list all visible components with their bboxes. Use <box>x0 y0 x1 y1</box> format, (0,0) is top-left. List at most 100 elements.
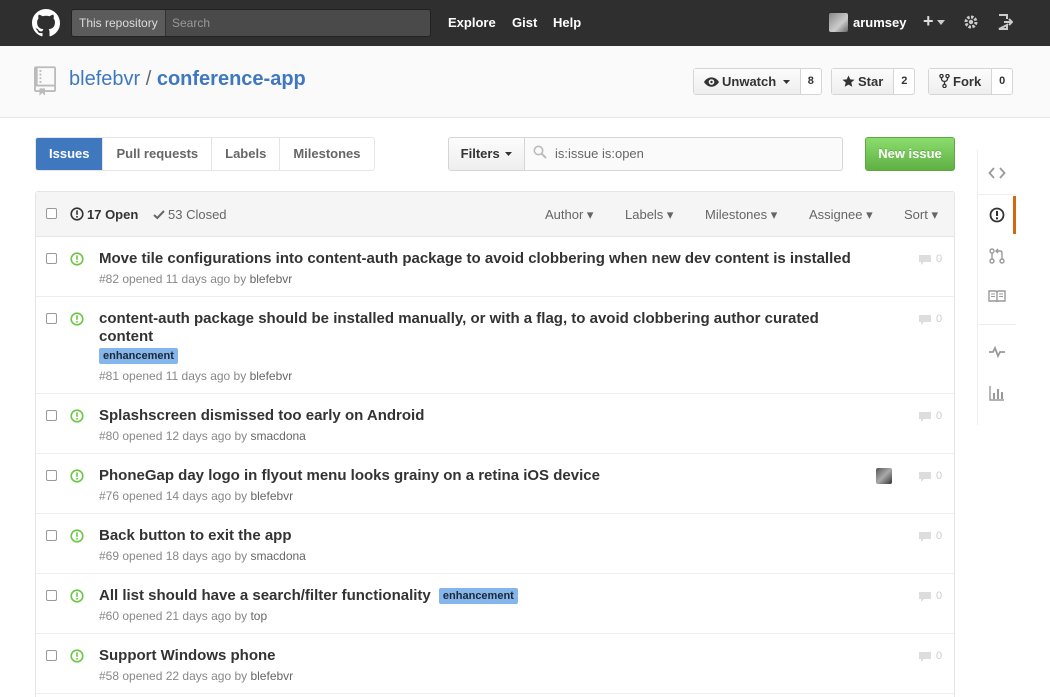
issue-title[interactable]: Splashscreen dismissed too early on Andr… <box>99 407 869 425</box>
user-name[interactable]: arumsey <box>853 15 906 30</box>
chevron-down-icon[interactable] <box>937 20 945 25</box>
top-header: This repository Search Explore Gist Help… <box>0 0 1050 46</box>
issue-title[interactable]: PhoneGap day logo in flyout menu looks g… <box>99 467 869 485</box>
issue-checkbox[interactable] <box>46 470 57 481</box>
sort-dropdown[interactable]: Sort ▾ <box>904 207 938 223</box>
tab-issues[interactable]: Issues <box>36 138 104 170</box>
search-input[interactable]: Search <box>172 10 422 36</box>
search-scope-label[interactable]: This repository <box>72 10 166 36</box>
label-enhancement[interactable]: enhancement <box>99 347 178 364</box>
comment-count: 0 <box>936 313 943 325</box>
repo-sidenav <box>977 150 1016 425</box>
repo-title: blefebvr / conference-app <box>69 68 306 91</box>
star-count[interactable]: 2 <box>894 69 914 94</box>
issue-checkbox[interactable] <box>46 650 57 661</box>
nav-help[interactable]: Help <box>553 15 581 30</box>
comment-count: 0 <box>936 410 943 422</box>
issue-author-link[interactable]: blefebvr <box>250 669 293 683</box>
star-button[interactable]: Star <box>832 69 895 94</box>
tab-milestones[interactable]: Milestones <box>280 138 373 170</box>
issue-author-link[interactable]: top <box>250 609 267 623</box>
new-issue-button[interactable]: New issue <box>865 137 955 171</box>
labels-filter-label: Labels <box>625 207 664 222</box>
issue-row[interactable]: PhoneGap day logo in flyout menu looks g… <box>36 454 954 514</box>
issue-checkbox[interactable] <box>46 590 57 601</box>
issues-icon[interactable] <box>988 206 1006 224</box>
select-all-checkbox[interactable] <box>46 208 57 219</box>
tab-pull-requests[interactable]: Pull requests <box>103 138 213 170</box>
unwatch-button[interactable]: Unwatch <box>694 69 801 94</box>
gear-icon[interactable] <box>963 14 979 30</box>
issue-title[interactable]: Move tile configurations into content-au… <box>99 250 869 268</box>
issue-author-link[interactable]: blefebvr <box>250 369 293 383</box>
tab-labels[interactable]: Labels <box>212 138 281 170</box>
chevron-down-icon <box>505 152 513 156</box>
issue-title[interactable]: content-auth package should be installed… <box>99 310 869 346</box>
star-button-group: Star 2 <box>831 68 916 95</box>
fork-icon <box>939 73 950 89</box>
issue-meta-text: #58 opened 22 days ago by <box>99 669 251 683</box>
pulse-icon[interactable] <box>988 343 1006 361</box>
issue-checkbox[interactable] <box>46 253 57 264</box>
code-icon[interactable] <box>988 164 1006 182</box>
issue-opened-icon <box>70 529 84 543</box>
nav-explore[interactable]: Explore <box>448 15 496 30</box>
assignee-avatar[interactable] <box>876 468 892 484</box>
sign-out-icon[interactable] <box>997 14 1013 30</box>
label-enhancement[interactable]: enhancement <box>438 588 518 605</box>
issue-author-link[interactable]: smacdona <box>250 549 305 563</box>
issues-list: 17 Open 53 Closed Author ▾ Labels ▾ Mile… <box>35 191 955 697</box>
plus-icon[interactable]: + <box>923 11 934 31</box>
issue-title[interactable]: Support Windows phone <box>99 647 869 665</box>
issue-row[interactable]: Back button to exit the app #69 opened 1… <box>36 514 954 574</box>
check-icon <box>153 210 165 220</box>
issue-opened-icon <box>70 589 84 603</box>
sidenav-active-indicator <box>1013 196 1016 234</box>
closed-issues-filter[interactable]: 53 Closed <box>153 207 227 222</box>
assignee-filter-dropdown[interactable]: Assignee ▾ <box>809 207 873 223</box>
open-issues-filter[interactable]: 17 Open <box>70 207 138 222</box>
github-logo-icon[interactable] <box>32 9 60 37</box>
filters-button[interactable]: Filters <box>448 137 525 171</box>
issue-row[interactable]: Support Windows phone #58 opened 22 days… <box>36 634 954 694</box>
issue-checkbox[interactable] <box>46 530 57 541</box>
fork-button[interactable]: Fork <box>929 69 993 94</box>
wiki-book-icon[interactable] <box>988 287 1006 305</box>
issue-author-link[interactable]: smacdona <box>250 429 305 443</box>
issue-meta-text: #76 opened 14 days ago by <box>99 489 251 503</box>
issue-row[interactable]: content-auth package should be installed… <box>36 297 954 394</box>
issue-title-link[interactable]: All list should have a search/filter fun… <box>99 587 431 604</box>
milestones-filter-dropdown[interactable]: Milestones ▾ <box>705 207 777 223</box>
issue-row[interactable]: Move tile configurations into content-au… <box>36 237 954 297</box>
labels-filter-dropdown[interactable]: Labels ▾ <box>625 207 673 223</box>
issue-filter-input[interactable]: is:issue is:open <box>524 137 843 171</box>
unwatch-label: Unwatch <box>722 74 777 89</box>
watch-count[interactable]: 8 <box>801 69 821 94</box>
author-filter-dropdown[interactable]: Author ▾ <box>545 207 593 223</box>
repo-owner-link[interactable]: blefebvr <box>69 68 140 90</box>
pull-request-icon[interactable] <box>988 247 1006 265</box>
comment-icon <box>919 532 931 542</box>
sidenav-divider <box>978 324 1016 325</box>
issue-meta: #60 opened 21 days ago by top <box>99 609 267 623</box>
nav-gist[interactable]: Gist <box>512 15 537 30</box>
search-box[interactable]: This repository Search <box>71 9 431 37</box>
issue-author-link[interactable]: blefebvr <box>250 272 293 286</box>
fork-count[interactable]: 0 <box>992 69 1012 94</box>
issue-checkbox[interactable] <box>46 313 57 324</box>
graphs-icon[interactable] <box>988 384 1006 402</box>
assignee-filter-label: Assignee <box>809 207 863 222</box>
user-avatar[interactable] <box>829 13 848 32</box>
issue-labels: enhancement <box>99 347 178 364</box>
issue-meta: #69 opened 18 days ago by smacdona <box>99 549 306 563</box>
issue-author-link[interactable]: blefebvr <box>250 489 293 503</box>
issue-checkbox[interactable] <box>46 410 57 421</box>
issue-row[interactable]: Splashscreen dismissed too early on Andr… <box>36 394 954 454</box>
repo-name-link[interactable]: conference-app <box>157 68 306 90</box>
search-icon <box>533 145 547 159</box>
issue-meta: #58 opened 22 days ago by blefebvr <box>99 669 293 683</box>
closed-count-label: 53 Closed <box>168 207 227 222</box>
comment-count: 0 <box>936 470 943 482</box>
issue-row[interactable]: All list should have a search/filter fun… <box>36 574 954 634</box>
issue-title[interactable]: Back button to exit the app <box>99 527 869 545</box>
